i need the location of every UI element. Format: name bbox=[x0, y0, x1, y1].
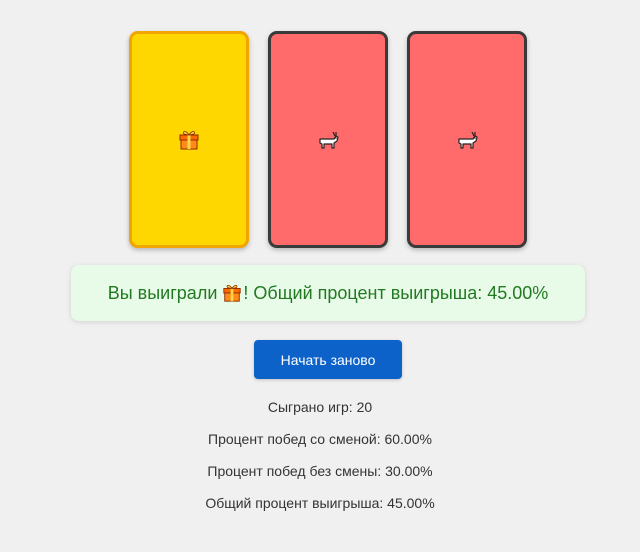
door-3[interactable] bbox=[407, 31, 527, 248]
door-2[interactable] bbox=[268, 31, 388, 248]
stat-stay-win-rate: Процент побед без смены: 30.00% bbox=[207, 463, 433, 479]
result-suffix: ! Общий процент выигрыша: 45.00% bbox=[243, 282, 549, 303]
stat-overall-win-rate: Общий процент выигрыша: 45.00% bbox=[205, 495, 435, 511]
door-1[interactable] bbox=[129, 31, 249, 248]
result-prefix: Вы выиграли bbox=[107, 282, 218, 303]
goat-icon bbox=[455, 129, 479, 151]
stat-switch-win-rate: Процент побед со сменой: 60.00% bbox=[208, 431, 432, 447]
goat-icon bbox=[316, 129, 340, 151]
doors-row bbox=[129, 31, 527, 248]
restart-button[interactable]: Начать заново bbox=[254, 340, 402, 379]
stat-games-played: Сыграно игр: 20 bbox=[267, 399, 373, 415]
gift-icon bbox=[178, 129, 200, 151]
result-message: Вы выиграли ! Общий процент выигрыша: 45… bbox=[71, 265, 585, 321]
gift-icon bbox=[222, 283, 242, 303]
stats-panel: Сыграно игр: 20 Процент побед со сменой:… bbox=[0, 398, 640, 526]
